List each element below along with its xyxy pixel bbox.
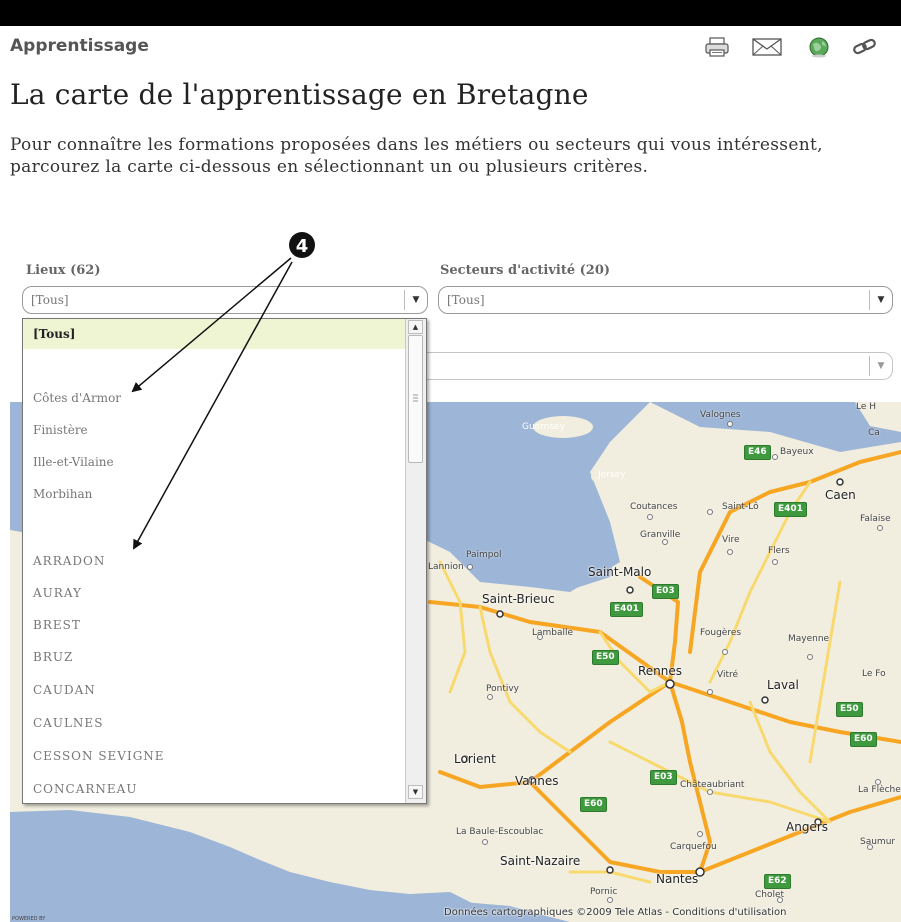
link-icon[interactable] (850, 36, 880, 58)
map-label-town: Ca (868, 428, 880, 438)
map-label-town: La Baule-Escoublac (456, 827, 544, 837)
secteurs-label: Secteurs d'activité (20) (440, 263, 611, 278)
map-label-town: Lannion (428, 562, 464, 572)
map-label-town: Le H (856, 402, 877, 412)
road-shield: E60 (850, 732, 877, 747)
map-label-town: Vire (722, 535, 740, 545)
dropdown-option[interactable]: BREST (23, 610, 407, 640)
map-label-city: Saint-Nazaire (500, 854, 581, 868)
printer-icon[interactable] (702, 36, 732, 58)
road-shield: E401 (774, 502, 807, 517)
map-label-town: La Flèche (858, 785, 901, 795)
dropdown-option[interactable]: ARRADON (23, 546, 407, 576)
map-label-town: Pontivy (486, 684, 519, 694)
map-label-city: Vannes (515, 774, 559, 788)
map-label-town: Vitré (717, 670, 739, 680)
lieux-select[interactable]: [Tous] ▼ (22, 286, 428, 314)
road-shield: E401 (610, 602, 643, 617)
map-label-town: Carquefou (670, 842, 717, 852)
scrollbar-thumb[interactable] (408, 335, 423, 463)
map-label-town: Guernsey (522, 422, 566, 432)
secteurs-select[interactable]: [Tous] ▼ (438, 286, 893, 314)
dropdown-option[interactable]: CESSON SEVIGNE (23, 741, 407, 771)
map-label-town: Lamballe (532, 628, 574, 638)
road-shield: E60 (580, 797, 607, 812)
map-label-town: Cholet (755, 890, 785, 900)
map-label-town: Jersey (598, 470, 626, 480)
dropdown-option[interactable]: Côtes d'Armor (23, 383, 407, 413)
map-label-city: Saint-Brieuc (482, 592, 555, 606)
map-copyright[interactable]: Données cartographiques ©2009 Tele Atlas… (444, 907, 787, 918)
chevron-down-icon[interactable]: ▼ (869, 290, 892, 310)
map-label-city: Rennes (638, 664, 683, 678)
map-label-town: Falaise (860, 514, 891, 524)
dropdown-option[interactable]: CAULNES (23, 708, 407, 738)
road-shield: E03 (650, 770, 677, 785)
map-label-town: Granville (640, 530, 681, 540)
lieux-dropdown-list[interactable]: [Tous] Côtes d'Armor Finistère Ille-et-V… (22, 318, 427, 804)
map-label-town: Bayeux (780, 447, 814, 457)
dropdown-option[interactable]: CAUDAN (23, 675, 407, 705)
map-label-town: Le Fo (862, 669, 886, 679)
scroll-up-icon[interactable]: ▲ (408, 320, 423, 334)
chevron-down-icon[interactable]: ▼ (869, 356, 892, 376)
map-label-city: Lorient (454, 752, 496, 766)
dropdown-option[interactable]: [Tous] (23, 319, 407, 349)
map-label-city: Nantes (656, 872, 699, 886)
lieux-select-value: [Tous] (31, 293, 69, 307)
map-label-city: Laval (767, 678, 799, 692)
map-label-city: Angers (786, 820, 828, 834)
lieux-label: Lieux (62) (26, 263, 101, 278)
annotation-marker-bg (289, 232, 315, 258)
intro-text: Pour connaître les formations proposées … (10, 135, 823, 177)
dropdown-options: [Tous] Côtes d'Armor Finistère Ille-et-V… (23, 319, 407, 803)
road-shield: E50 (592, 650, 619, 665)
dropdown-option[interactable]: AURAY (23, 578, 407, 608)
chevron-down-icon[interactable]: ▼ (404, 290, 427, 310)
map-label-town: Saumur (860, 837, 896, 847)
map-label-town: Fougères (700, 628, 742, 638)
page-toolbar (700, 34, 890, 60)
section-label: Apprentissage (10, 36, 149, 56)
top-bar (0, 0, 901, 26)
map-label-city: Caen (825, 488, 856, 502)
dropdown-option[interactable]: Finistère (23, 415, 407, 445)
road-shield: E50 (836, 702, 863, 717)
globe-icon[interactable] (804, 36, 834, 58)
dropdown-option[interactable]: Ille-et-Vilaine (23, 447, 407, 477)
map-label-town: Pornic (590, 887, 618, 897)
road-shield: E62 (764, 874, 791, 889)
map-label-town: Saint-Lô (722, 502, 759, 512)
map-label-town: Coutances (630, 502, 678, 512)
dropdown-option[interactable] (23, 349, 407, 379)
map-label-town: Paimpol (466, 550, 502, 560)
road-shield: E03 (652, 584, 679, 599)
map-label-town: Flers (768, 546, 790, 556)
page-title: La carte de l'apprentissage en Bretagne (10, 78, 589, 111)
annotation-number: 4 (296, 236, 309, 257)
map-label-city: Saint-Malo (588, 565, 652, 579)
road-shield: E46 (744, 445, 771, 460)
dropdown-option[interactable]: Morbihan (23, 479, 407, 509)
dropdown-option[interactable]: CONCARNEAU (23, 774, 407, 803)
map-label-town: Mayenne (788, 634, 830, 644)
dropdown-option[interactable]: BRUZ (23, 642, 407, 672)
scroll-down-icon[interactable]: ▼ (408, 785, 423, 799)
envelope-icon[interactable] (750, 36, 784, 58)
dropdown-scrollbar[interactable]: ▲ ▼ (405, 319, 426, 803)
map-label-town: Valognes (700, 410, 741, 420)
dropdown-option[interactable] (23, 511, 407, 541)
map-label-town: Châteaubriant (680, 780, 745, 790)
secteurs-select-value: [Tous] (447, 293, 485, 307)
